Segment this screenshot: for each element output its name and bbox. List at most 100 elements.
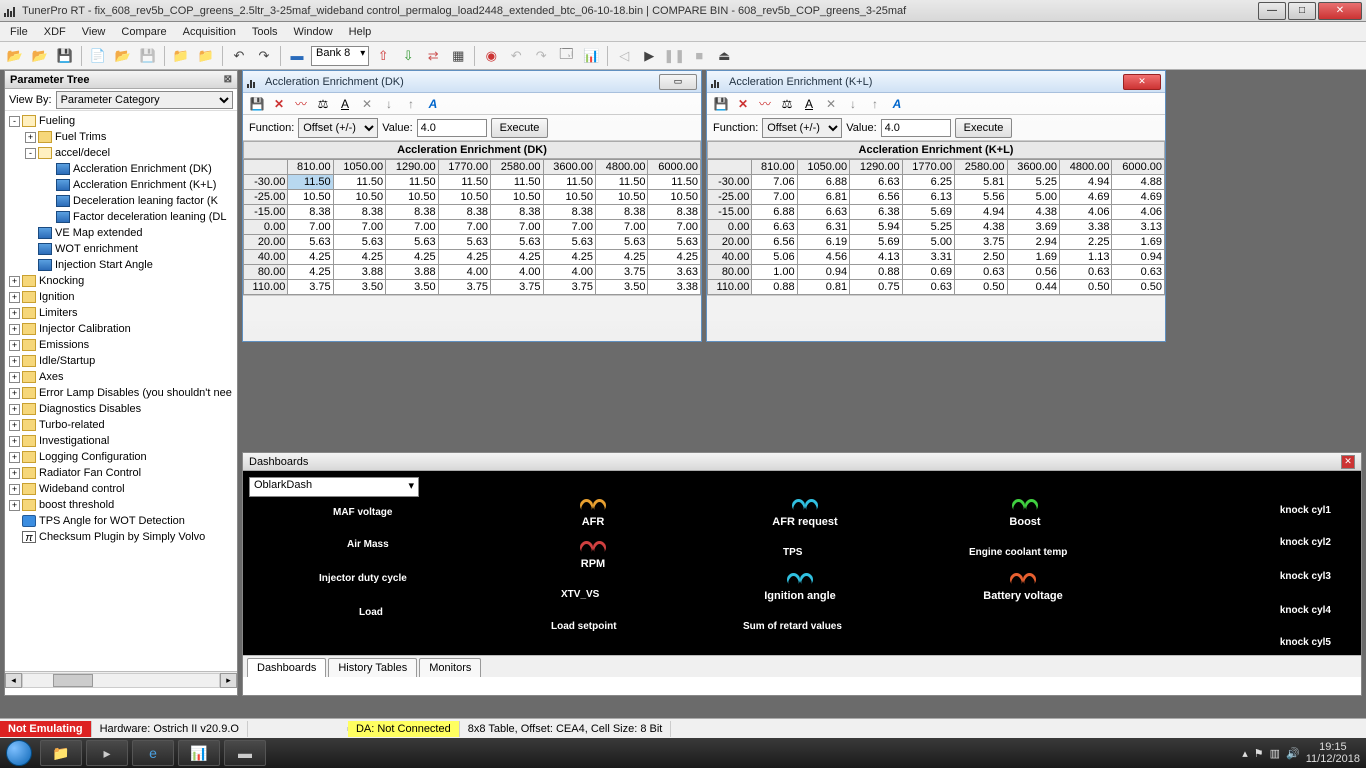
- chart-icon[interactable]: 〰: [757, 96, 773, 112]
- tab-history[interactable]: History Tables: [328, 658, 417, 677]
- cancel-icon[interactable]: ✕: [823, 96, 839, 112]
- tab-monitors[interactable]: Monitors: [419, 658, 481, 677]
- tree-node[interactable]: Accleration Enrichment (DK): [7, 161, 237, 177]
- tree-node[interactable]: +Logging Configuration: [7, 449, 237, 465]
- down-icon[interactable]: ↓: [845, 96, 861, 112]
- tree-node[interactable]: VE Map extended: [7, 225, 237, 241]
- save2-icon[interactable]: 💾: [137, 45, 159, 67]
- scroll-right-icon[interactable]: ▸: [220, 673, 237, 688]
- play-icon[interactable]: ▶: [638, 45, 660, 67]
- taskbar-media[interactable]: ▸: [86, 740, 128, 766]
- tree-node[interactable]: +Knocking: [7, 273, 237, 289]
- tree-node[interactable]: Deceleration leaning factor (K: [7, 193, 237, 209]
- taskbar-ie[interactable]: e: [132, 740, 174, 766]
- redo2-icon[interactable]: ↷: [530, 45, 552, 67]
- func-dropdown[interactable]: Offset (+/-): [762, 118, 842, 138]
- pause-icon[interactable]: ❚❚: [663, 45, 685, 67]
- text-icon[interactable]: A: [801, 96, 817, 112]
- menu-xdf[interactable]: XDF: [38, 24, 72, 40]
- open2-icon[interactable]: 📂: [29, 45, 51, 67]
- tray-vol-icon[interactable]: 🔊: [1286, 747, 1300, 760]
- delete-icon[interactable]: ✕: [735, 96, 751, 112]
- tray-net-icon[interactable]: ▥: [1270, 747, 1280, 760]
- tree-body[interactable]: -Fueling+Fuel Trims-accel/decelAcclerati…: [5, 111, 237, 671]
- tray-up-icon[interactable]: ▴: [1242, 747, 1248, 760]
- menu-help[interactable]: Help: [343, 24, 378, 40]
- down-icon[interactable]: ↓: [381, 96, 397, 112]
- tree-node[interactable]: Injection Start Angle: [7, 257, 237, 273]
- chip-icon[interactable]: ▬: [286, 45, 308, 67]
- up-icon[interactable]: ↑: [403, 96, 419, 112]
- tree-node[interactable]: +boost threshold: [7, 497, 237, 513]
- format-icon[interactable]: A: [425, 96, 441, 112]
- tree-node[interactable]: -Fueling: [7, 113, 237, 129]
- viewby-dropdown[interactable]: Parameter Category: [56, 91, 233, 109]
- chip2-icon[interactable]: ▦: [447, 45, 469, 67]
- balance-icon[interactable]: ⚖: [779, 96, 795, 112]
- dk-close-button[interactable]: ▭: [659, 74, 697, 90]
- record-icon[interactable]: ◉: [480, 45, 502, 67]
- tree-node[interactable]: +Fuel Trims: [7, 129, 237, 145]
- taskbar-app1[interactable]: 📊: [178, 740, 220, 766]
- func-dropdown[interactable]: Offset (+/-): [298, 118, 378, 138]
- system-tray[interactable]: ▴ ⚑ ▥ 🔊 19:1511/12/2018: [1236, 741, 1366, 765]
- save-icon[interactable]: 💾: [249, 96, 265, 112]
- menu-tools[interactable]: Tools: [246, 24, 284, 40]
- menu-compare[interactable]: Compare: [115, 24, 172, 40]
- tree-node[interactable]: +Error Lamp Disables (you shouldn't nee: [7, 385, 237, 401]
- open-icon[interactable]: 📂: [4, 45, 26, 67]
- xdf-icon[interactable]: 📂: [112, 45, 134, 67]
- dash-dropdown[interactable]: OblarkDash: [249, 477, 419, 497]
- tree-node[interactable]: +Emissions: [7, 337, 237, 353]
- monitor-icon[interactable]: 🗔: [555, 45, 577, 67]
- tree-node[interactable]: +Ignition: [7, 289, 237, 305]
- tree-node[interactable]: +Wideband control: [7, 481, 237, 497]
- stop-icon[interactable]: ■: [688, 45, 710, 67]
- menu-view[interactable]: View: [76, 24, 112, 40]
- new-icon[interactable]: 📄: [87, 45, 109, 67]
- tray-flag-icon[interactable]: ⚑: [1254, 747, 1264, 760]
- dash-close-button[interactable]: ✕: [1341, 455, 1355, 469]
- tree-node[interactable]: +Diagnostics Disables: [7, 401, 237, 417]
- tree-node[interactable]: Factor deceleration leaning (DL: [7, 209, 237, 225]
- scroll-left-icon[interactable]: ◂: [5, 673, 22, 688]
- upload-icon[interactable]: ⇧: [372, 45, 394, 67]
- tree-node[interactable]: +Injector Calibration: [7, 321, 237, 337]
- text-icon[interactable]: A: [337, 96, 353, 112]
- compare-icon[interactable]: ⇄: [422, 45, 444, 67]
- undo-icon[interactable]: ↶: [228, 45, 250, 67]
- balance-icon[interactable]: ⚖: [315, 96, 331, 112]
- graph-icon[interactable]: 📊: [580, 45, 602, 67]
- download-icon[interactable]: ⇩: [397, 45, 419, 67]
- save-icon[interactable]: 💾: [54, 45, 76, 67]
- menu-acquisition[interactable]: Acquisition: [177, 24, 242, 40]
- minimize-button[interactable]: —: [1258, 2, 1286, 20]
- tree-node[interactable]: WOT enrichment: [7, 241, 237, 257]
- save-icon[interactable]: 💾: [713, 96, 729, 112]
- execute-button[interactable]: Execute: [955, 118, 1013, 138]
- taskbar-app2[interactable]: ▬: [224, 740, 266, 766]
- pin-icon[interactable]: ⊠: [224, 74, 232, 85]
- tree-node[interactable]: -accel/decel: [7, 145, 237, 161]
- dk-table[interactable]: 810.001050.001290.001770.002580.003600.0…: [243, 159, 701, 295]
- tree-node[interactable]: πChecksum Plugin by Simply Volvo: [7, 529, 237, 545]
- tree-node[interactable]: +Turbo-related: [7, 417, 237, 433]
- cancel-icon[interactable]: ✕: [359, 96, 375, 112]
- up-icon[interactable]: ↑: [867, 96, 883, 112]
- tree-node[interactable]: +Investigational: [7, 433, 237, 449]
- close-button[interactable]: ✕: [1318, 2, 1362, 20]
- menu-file[interactable]: File: [4, 24, 34, 40]
- kl-table[interactable]: 810.001050.001290.001770.002580.003600.0…: [707, 159, 1165, 295]
- folder4-icon[interactable]: 📁: [195, 45, 217, 67]
- eject-icon[interactable]: ⏏: [713, 45, 735, 67]
- tree-hscroll[interactable]: ◂ ▸: [5, 671, 237, 688]
- tree-node[interactable]: +Radiator Fan Control: [7, 465, 237, 481]
- tree-node[interactable]: +Axes: [7, 369, 237, 385]
- tray-clock[interactable]: 19:1511/12/2018: [1306, 741, 1360, 765]
- menu-window[interactable]: Window: [288, 24, 339, 40]
- tree-node[interactable]: +Limiters: [7, 305, 237, 321]
- undo2-icon[interactable]: ↶: [505, 45, 527, 67]
- tab-dashboards[interactable]: Dashboards: [247, 658, 326, 677]
- tree-node[interactable]: Accleration Enrichment (K+L): [7, 177, 237, 193]
- maximize-button[interactable]: □: [1288, 2, 1316, 20]
